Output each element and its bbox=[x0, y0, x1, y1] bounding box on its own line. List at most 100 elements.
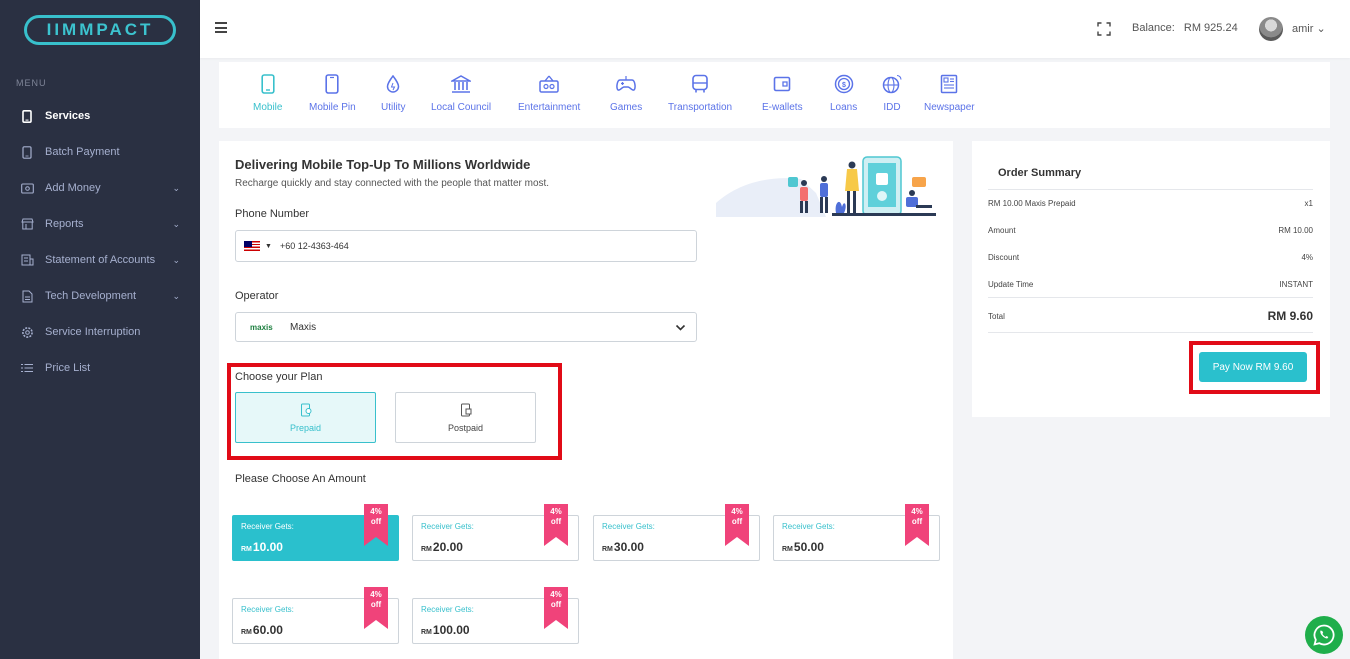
brand-logo[interactable]: IIMMPACT bbox=[24, 15, 176, 45]
category-local-council[interactable]: Local Council bbox=[431, 72, 491, 113]
balance-display: Balance: RM 925.24 bbox=[1132, 22, 1238, 34]
operator-select[interactable]: maxis Maxis bbox=[235, 312, 697, 342]
sidebar-item-label: Statement of Accounts bbox=[45, 254, 156, 266]
phone-icon bbox=[20, 145, 34, 159]
sidebar-item-statement-of-accounts[interactable]: Statement of Accounts ⌄ bbox=[0, 242, 200, 278]
receiver-gets-label: Receiver Gets: bbox=[241, 522, 294, 531]
bus-icon bbox=[689, 72, 711, 96]
sidebar-item-label: Price List bbox=[45, 362, 91, 374]
category-newspaper[interactable]: Newspaper bbox=[924, 72, 975, 113]
sidebar-item-add-money[interactable]: Add Money ⌄ bbox=[0, 170, 200, 206]
sidebar-item-label: Batch Payment bbox=[45, 146, 120, 158]
amount-option-60[interactable]: Receiver Gets: RM60.00 4% off bbox=[232, 587, 399, 644]
logo-area: IIMMPACT bbox=[0, 0, 200, 60]
fullscreen-icon[interactable] bbox=[1097, 22, 1111, 36]
category-mobile[interactable]: Mobile bbox=[253, 72, 282, 113]
sidebar-item-label: Services bbox=[45, 110, 91, 122]
chevron-down-icon bbox=[675, 324, 686, 331]
svg-text:$: $ bbox=[842, 82, 846, 89]
chevron-down-icon: ⌄ bbox=[172, 290, 180, 301]
maxis-logo: maxis bbox=[250, 322, 273, 332]
chevron-down-icon: ⌄ bbox=[172, 218, 180, 229]
category-label: Mobile Pin bbox=[309, 102, 356, 113]
store-icon bbox=[20, 217, 34, 231]
sidebar-item-service-interruption[interactable]: Service Interruption bbox=[0, 314, 200, 350]
summary-row-amount: Amount RM 10.00 bbox=[988, 226, 1313, 235]
page-subtitle: Recharge quickly and stay connected with… bbox=[235, 178, 550, 189]
category-label: Newspaper bbox=[924, 102, 975, 113]
sidebar-item-batch-payment[interactable]: Batch Payment bbox=[0, 134, 200, 170]
sidebar-item-price-list[interactable]: Price List bbox=[0, 350, 200, 386]
receiver-gets-label: Receiver Gets: bbox=[782, 522, 835, 531]
amount-value: RM100.00 bbox=[421, 623, 470, 637]
newspaper-icon bbox=[938, 72, 960, 96]
discount-ribbon: 4% off bbox=[544, 587, 568, 629]
amount-value: RM10.00 bbox=[241, 540, 283, 554]
category-e-wallets[interactable]: E-wallets bbox=[762, 72, 803, 113]
coin-icon: $ bbox=[833, 72, 855, 96]
category-label: Transportation bbox=[668, 102, 733, 113]
sidebar-item-services[interactable]: Services bbox=[0, 98, 200, 134]
tv-icon bbox=[538, 72, 560, 96]
receiver-gets-label: Receiver Gets: bbox=[241, 605, 294, 614]
category-mobile-pin[interactable]: Mobile Pin bbox=[309, 72, 356, 113]
category-label: Entertainment bbox=[518, 102, 581, 113]
chevron-down-icon: ⌄ bbox=[172, 254, 180, 265]
category-idd[interactable]: IDD bbox=[881, 72, 903, 113]
sidebar-item-label: Service Interruption bbox=[45, 326, 141, 338]
phone-number-input[interactable]: ▼ +60 12-4363-464 bbox=[235, 230, 697, 262]
statement-icon bbox=[20, 253, 34, 267]
plan-option-postpaid[interactable]: Postpaid bbox=[395, 392, 536, 443]
operator-value: Maxis bbox=[290, 321, 317, 333]
category-label: E-wallets bbox=[762, 102, 803, 113]
divider bbox=[988, 332, 1313, 333]
whatsapp-icon bbox=[1313, 624, 1335, 646]
list-icon bbox=[20, 361, 34, 375]
discount-ribbon: 4% off bbox=[364, 587, 388, 629]
postpaid-phone-icon bbox=[460, 403, 471, 416]
hamburger-menu-icon[interactable] bbox=[215, 22, 227, 34]
pay-now-button[interactable]: Pay Now RM 9.60 bbox=[1199, 352, 1307, 382]
amount-option-50[interactable]: Receiver Gets: RM50.00 4% off bbox=[773, 504, 940, 561]
topup-form-card: Delivering Mobile Top-Up To Millions Wor… bbox=[219, 141, 953, 659]
avatar[interactable] bbox=[1259, 17, 1283, 41]
order-summary-title: Order Summary bbox=[998, 167, 1082, 179]
sidebar-item-label: Tech Development bbox=[45, 290, 137, 302]
country-dropdown-caret-icon[interactable]: ▼ bbox=[265, 243, 272, 250]
amount-option-10[interactable]: Receiver Gets: RM10.00 4% off bbox=[232, 504, 399, 561]
sidebar-item-tech-development[interactable]: Tech Development ⌄ bbox=[0, 278, 200, 314]
category-label: Games bbox=[610, 102, 643, 113]
discount-ribbon: 4% off bbox=[905, 504, 929, 546]
page-title: Delivering Mobile Top-Up To Millions Wor… bbox=[235, 157, 531, 172]
balance-amount: RM 925.24 bbox=[1183, 22, 1238, 34]
category-entertainment[interactable]: Entertainment bbox=[518, 72, 580, 113]
menu-title: MENU bbox=[16, 78, 47, 88]
amount-option-100[interactable]: Receiver Gets: RM100.00 4% off bbox=[412, 587, 579, 644]
summary-row-total: Total RM 9.60 bbox=[988, 309, 1313, 323]
amount-option-30[interactable]: Receiver Gets: RM30.00 4% off bbox=[593, 504, 760, 561]
service-category-bar: Mobile Mobile Pin Utility Local Council … bbox=[219, 62, 1330, 128]
phone-icon bbox=[20, 109, 34, 123]
category-games[interactable]: Games bbox=[610, 72, 642, 113]
mobile-pin-icon bbox=[321, 72, 343, 96]
category-transportation[interactable]: Transportation bbox=[668, 72, 732, 113]
phone-number-value: +60 12-4363-464 bbox=[279, 241, 349, 251]
sidebar-item-reports[interactable]: Reports ⌄ bbox=[0, 206, 200, 242]
plan-option-prepaid[interactable]: Prepaid bbox=[235, 392, 376, 443]
category-loans[interactable]: $ Loans bbox=[830, 72, 857, 113]
malaysia-flag-icon[interactable] bbox=[244, 241, 260, 251]
amount-option-20[interactable]: Receiver Gets: RM20.00 4% off bbox=[412, 504, 579, 561]
bank-icon bbox=[450, 72, 472, 96]
prepaid-phone-icon bbox=[300, 403, 311, 416]
discount-ribbon: 4% off bbox=[725, 504, 749, 546]
summary-row-item: RM 10.00 Maxis Prepaid x1 bbox=[988, 199, 1313, 208]
discount-ribbon: 4% off bbox=[364, 504, 388, 546]
whatsapp-chat-button[interactable] bbox=[1305, 616, 1343, 654]
category-label: Loans bbox=[830, 102, 858, 113]
sidebar-item-label: Add Money bbox=[45, 182, 101, 194]
user-menu-toggle[interactable]: amir ⌄ bbox=[1292, 22, 1326, 35]
sidebar-item-label: Reports bbox=[45, 218, 84, 230]
discount-ribbon: 4% off bbox=[544, 504, 568, 546]
category-label: Mobile bbox=[253, 102, 283, 113]
category-utility[interactable]: Utility bbox=[381, 72, 405, 113]
